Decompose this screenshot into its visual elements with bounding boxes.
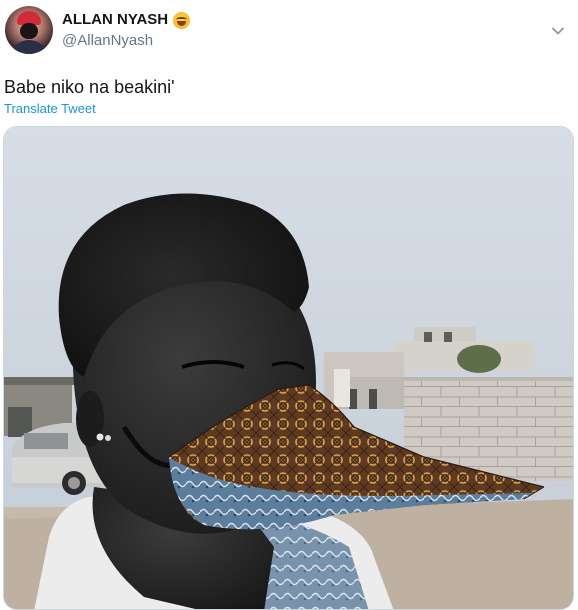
translate-tweet-link[interactable]: Translate Tweet	[4, 101, 96, 117]
display-name[interactable]: ALLAN NYASH	[62, 10, 168, 30]
user-handle[interactable]: @AllanNyash	[62, 31, 190, 50]
chevron-down-icon[interactable]	[551, 24, 565, 38]
author-names: ALLAN NYASH @AllanNyash	[62, 10, 191, 50]
tweet-photo[interactable]	[3, 126, 574, 610]
laughing-emoji-icon	[173, 11, 191, 29]
photo-scene	[4, 127, 573, 609]
avatar[interactable]	[5, 6, 53, 54]
tweet-header: ALLAN NYASH @AllanNyash	[5, 6, 573, 58]
avatar-body	[9, 40, 49, 54]
display-name-row[interactable]: ALLAN NYASH	[62, 10, 191, 30]
tweet-text: Babe niko na beakini'	[4, 77, 175, 97]
avatar-face	[20, 23, 38, 39]
tweet: ALLAN NYASH @AllanNyash Babe niko na bea…	[0, 0, 578, 610]
